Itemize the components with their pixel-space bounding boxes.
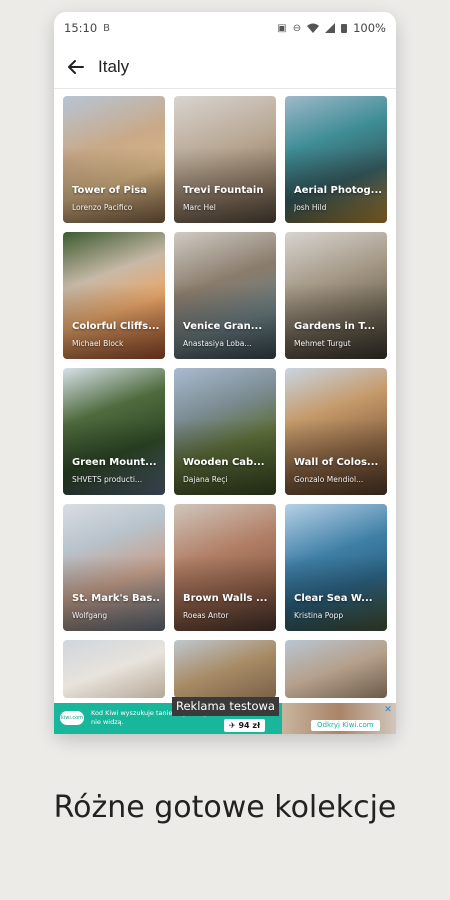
photo-card[interactable]: Wall of Colos... Gonzalo Mendiol... — [285, 368, 387, 495]
card-author: Roeas Antor — [183, 611, 229, 620]
card-author: Dajana Reçi — [183, 475, 228, 484]
photo-card[interactable]: Tower of Pisa Lorenzo Pacifico — [63, 96, 165, 223]
card-title: Wall of Colos... — [294, 457, 379, 468]
card-title: Colorful Cliffs... — [72, 321, 159, 332]
card-title: Clear Sea W... — [294, 593, 373, 604]
photo-card[interactable]: Green Mount... SHVETS producti... — [63, 368, 165, 495]
photo-card[interactable]: Aerial Photog... Josh Hild — [285, 96, 387, 223]
photo-card[interactable]: Colorful Cliffs... Michael Block — [63, 232, 165, 359]
card-title: Venice Gran... — [183, 321, 263, 332]
page-title: Italy — [98, 57, 130, 76]
battery-icon — [341, 24, 348, 33]
photo-card[interactable] — [174, 640, 276, 698]
photo-card[interactable] — [285, 640, 387, 698]
promo-tagline: Różne gotowe kolekcje — [53, 790, 397, 825]
card-author: SHVETS producti... — [72, 475, 143, 484]
card-title: Wooden Cab... — [183, 457, 265, 468]
do-not-disturb-icon: ⊖ — [292, 22, 302, 34]
photo-card[interactable]: Gardens in T... Mehmet Turgut — [285, 232, 387, 359]
collection-grid: Tower of Pisa Lorenzo Pacifico Trevi Foun… — [63, 96, 387, 698]
card-title: Green Mount... — [72, 457, 157, 468]
card-author: Josh Hild — [294, 203, 327, 212]
photo-card[interactable]: Trevi Fountain Marc Hel — [174, 96, 276, 223]
ad-label: Reklama testowa — [172, 697, 279, 716]
photo-card[interactable]: Wooden Cab... Dajana Reçi — [174, 368, 276, 495]
photo-card[interactable]: Brown Walls ... Roeas Antor — [174, 504, 276, 631]
photo-card[interactable]: Clear Sea W... Kristina Popp — [285, 504, 387, 631]
phone-frame: 15:10 B ▣ ⊖ 100% Italy Tower of Pisa Lore… — [54, 12, 396, 734]
screenshot-icon: ▣ — [277, 22, 287, 34]
card-title: Trevi Fountain — [183, 185, 264, 196]
card-title: Aerial Photog... — [294, 185, 381, 196]
ad-close-icon[interactable]: ✕ — [383, 705, 393, 715]
card-title: Brown Walls ... — [183, 593, 268, 604]
status-bar: 15:10 B ▣ ⊖ 100% — [54, 12, 396, 44]
wifi-icon — [307, 23, 320, 33]
card-author: Michael Block — [72, 339, 124, 348]
photo-card[interactable]: St. Mark's Bas... Wolfgang — [63, 504, 165, 631]
card-author: Mehmet Turgut — [294, 339, 351, 348]
card-author: Anastasiya Loba... — [183, 339, 252, 348]
battery-percent: 100% — [353, 21, 386, 35]
card-author: Lorenzo Pacifico — [72, 203, 133, 212]
photo-card[interactable] — [63, 640, 165, 698]
card-author: Gonzalo Mendiol... — [294, 475, 364, 484]
card-author: Wolfgang — [72, 611, 108, 620]
back-button[interactable] — [54, 46, 98, 88]
status-time: 15:10 — [64, 21, 98, 35]
arrow-left-icon — [68, 60, 84, 74]
signal-icon — [325, 23, 336, 33]
card-title: St. Mark's Bas... — [72, 593, 159, 604]
notification-icon: B — [103, 22, 111, 34]
ad-cta-button[interactable]: Odkryj Kiwi.com — [311, 720, 380, 731]
card-author: Marc Hel — [183, 203, 216, 212]
card-title: Gardens in T... — [294, 321, 376, 332]
photo-card[interactable]: Venice Gran... Anastasiya Loba... — [174, 232, 276, 359]
ad-price: ✈ 94 zł — [224, 719, 266, 732]
kiwi-logo: kiwi.com — [60, 711, 84, 725]
card-title: Tower of Pisa — [72, 185, 147, 196]
app-bar: Italy — [54, 46, 396, 89]
card-author: Kristina Popp — [294, 611, 344, 620]
